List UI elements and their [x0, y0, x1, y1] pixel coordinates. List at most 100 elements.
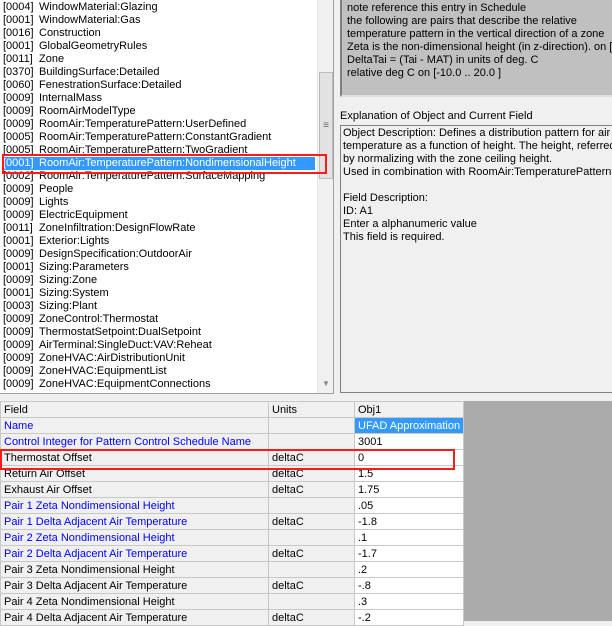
class-list-item[interactable]: [0009] ElectricEquipment: [3, 209, 315, 222]
field-value[interactable]: .2: [353, 561, 465, 578]
grid-row[interactable]: Control Integer for Pattern Control Sche…: [0, 433, 465, 450]
class-list-item[interactable]: [0001] WindowMaterial:Gas: [3, 14, 315, 27]
class-list-item[interactable]: [0001] RoomAir:TemperaturePattern:Nondime…: [3, 157, 315, 170]
comment-line: temperature pattern in the vertical dire…: [347, 28, 605, 40]
scrollbar-thumb[interactable]: ≡: [319, 72, 333, 179]
class-name: ElectricEquipment: [39, 209, 128, 221]
class-list-item[interactable]: [0009] Lights: [3, 196, 315, 209]
field-units: deltaC: [268, 513, 355, 530]
field-units: deltaC: [268, 481, 355, 498]
class-name: Sizing:System: [39, 287, 109, 299]
field-name: Pair 1 Zeta Nondimensional Height: [0, 497, 269, 514]
object-count: [0016]: [3, 27, 34, 39]
list-scrollbar[interactable]: ≡ ▼: [317, 0, 333, 393]
comment-line: note reference this entry in Schedule: [347, 2, 527, 14]
class-name: RoomAir:TemperaturePattern:SurfaceMappin…: [39, 170, 266, 182]
comment-line: relative deg C on [-10.0 .. 20.0 ]: [347, 67, 502, 79]
class-list-item[interactable]: [0009] ZoneControl:Thermostat: [3, 313, 315, 326]
object-count: [0009]: [3, 378, 34, 390]
comment-line: DeltaTai = (Tai - MAT) in units of deg. …: [347, 54, 539, 66]
field-value[interactable]: -1.8: [353, 513, 465, 530]
class-list-item[interactable]: [0009] ThermostatSetpoint:DualSetpoint: [3, 326, 315, 339]
field-name: Pair 2 Zeta Nondimensional Height: [0, 529, 269, 546]
field-value[interactable]: UFAD Approximation: [353, 417, 465, 434]
field-value[interactable]: 1.5: [353, 465, 465, 482]
class-list-item[interactable]: [0009] DesignSpecification:OutdoorAir: [3, 248, 315, 261]
grid-row[interactable]: Pair 3 Delta Adjacent Air Temperature del…: [0, 577, 465, 594]
comment-line: Zeta is the non-dimensional height (in z…: [347, 41, 612, 53]
field-name: Pair 2 Delta Adjacent Air Temperature: [0, 545, 269, 562]
class-list-item[interactable]: [0011] ZoneInfiltration:DesignFlowRate: [3, 222, 315, 235]
grid-row[interactable]: Pair 4 Zeta Nondimensional Height .3: [0, 593, 465, 610]
class-list-item[interactable]: [0002] RoomAir:TemperaturePattern:Surface…: [3, 170, 315, 183]
scroll-down-arrow-icon[interactable]: ▼: [318, 375, 333, 392]
grid-row[interactable]: Pair 1 Zeta Nondimensional Height .05: [0, 497, 465, 514]
object-count: [0009]: [3, 274, 34, 286]
object-count: [0009]: [3, 313, 34, 325]
field-units: [268, 561, 355, 578]
class-name: WindowMaterial:Gas: [39, 14, 141, 26]
field-value[interactable]: -.2: [353, 609, 465, 626]
class-name: ZoneHVAC:AirDistributionUnit: [39, 352, 185, 364]
class-list-item[interactable]: [0009] ZoneHVAC:AirDistributionUnit: [3, 352, 315, 365]
class-list-item[interactable]: [0003] Sizing:Plant: [3, 300, 315, 313]
field-units: deltaC: [268, 545, 355, 562]
field-value[interactable]: -.8: [353, 577, 465, 594]
class-name: ZoneHVAC:EquipmentConnections: [39, 378, 211, 390]
field-value[interactable]: .1: [353, 529, 465, 546]
class-list-item[interactable]: [0001] Sizing:System: [3, 287, 315, 300]
object-count: [0001]: [3, 40, 34, 52]
field-value[interactable]: 0: [353, 449, 465, 466]
class-list-item[interactable]: [0370] BuildingSurface:Detailed: [3, 66, 315, 79]
class-name: Sizing:Parameters: [39, 261, 129, 273]
class-name: RoomAir:TemperaturePattern:Nondimensiona…: [39, 157, 296, 169]
class-list-item[interactable]: [0001] Exterior:Lights: [3, 235, 315, 248]
class-list-item[interactable]: [0016] Construction: [3, 27, 315, 40]
field-value[interactable]: .3: [353, 593, 465, 610]
class-list-item[interactable]: [0060] FenestrationSurface:Detailed: [3, 79, 315, 92]
comment-line: the following are pairs that describe th…: [347, 15, 577, 27]
class-list-item[interactable]: [0009] RoomAirModelType: [3, 105, 315, 118]
class-list-item[interactable]: [0005] RoomAir:TemperaturePattern:TwoGrad…: [3, 144, 315, 157]
class-name: WindowMaterial:Glazing: [39, 1, 158, 13]
class-list-item[interactable]: [0009] RoomAir:TemperaturePattern:UserDef…: [3, 118, 315, 131]
grid-row[interactable]: Pair 2 Delta Adjacent Air Temperature del…: [0, 545, 465, 562]
field-name: Pair 4 Delta Adjacent Air Temperature: [0, 609, 269, 626]
grid-row[interactable]: Pair 1 Delta Adjacent Air Temperature del…: [0, 513, 465, 530]
grid-row[interactable]: Thermostat Offset deltaC 0: [0, 449, 465, 466]
class-list-item[interactable]: [0009] AirTerminal:SingleDuct:VAV:Reheat: [3, 339, 315, 352]
class-list-item[interactable]: [0009] ZoneHVAC:EquipmentList: [3, 365, 315, 378]
grid-row[interactable]: Pair 3 Zeta Nondimensional Height .2: [0, 561, 465, 578]
field-value[interactable]: -1.7: [353, 545, 465, 562]
class-list-item[interactable]: [0009] ZoneHVAC:EquipmentConnections: [3, 378, 315, 391]
class-list-item[interactable]: [0004] WindowMaterial:Glazing: [3, 1, 315, 14]
object-count: [0004]: [3, 1, 34, 13]
field-units: [268, 433, 355, 450]
grid-row[interactable]: Return Air Offset deltaC 1.5: [0, 465, 465, 482]
object-count: [0001]: [3, 235, 34, 247]
class-list[interactable]: [0004] WindowMaterial:Glazing [0001] Window…: [0, 0, 334, 394]
field-value[interactable]: .05: [353, 497, 465, 514]
field-units: deltaC: [268, 577, 355, 594]
object-count: [0001]: [3, 14, 34, 26]
grid-row[interactable]: Pair 2 Zeta Nondimensional Height .1: [0, 529, 465, 546]
header-obj1[interactable]: Obj1: [353, 401, 465, 418]
class-list-item[interactable]: [0009] People: [3, 183, 315, 196]
class-list-item[interactable]: [0011] Zone: [3, 53, 315, 66]
class-list-item[interactable]: [0001] Sizing:Parameters: [3, 261, 315, 274]
grid-header: Field Units Obj1: [0, 401, 465, 418]
field-units: [268, 497, 355, 514]
class-list-item[interactable]: [0009] Sizing:Zone: [3, 274, 315, 287]
field-value[interactable]: 1.75: [353, 481, 465, 498]
grid-row[interactable]: Pair 4 Delta Adjacent Air Temperature del…: [0, 609, 465, 626]
grid-row[interactable]: Exhaust Air Offset deltaC 1.75: [0, 481, 465, 498]
class-list-item[interactable]: [0005] RoomAir:TemperaturePattern:Constan…: [3, 131, 315, 144]
explanation-text: Object Description: Defines a distributi…: [340, 125, 612, 393]
class-name: GlobalGeometryRules: [39, 40, 148, 52]
field-value[interactable]: 3001: [353, 433, 465, 450]
class-name: RoomAir:TemperaturePattern:TwoGradient: [39, 144, 248, 156]
class-list-item[interactable]: [0001] GlobalGeometryRules: [3, 40, 315, 53]
grid-row[interactable]: Name UFAD Approximation: [0, 417, 465, 434]
class-list-item[interactable]: [0009] InternalMass: [3, 92, 315, 105]
field-name: Name: [0, 417, 269, 434]
